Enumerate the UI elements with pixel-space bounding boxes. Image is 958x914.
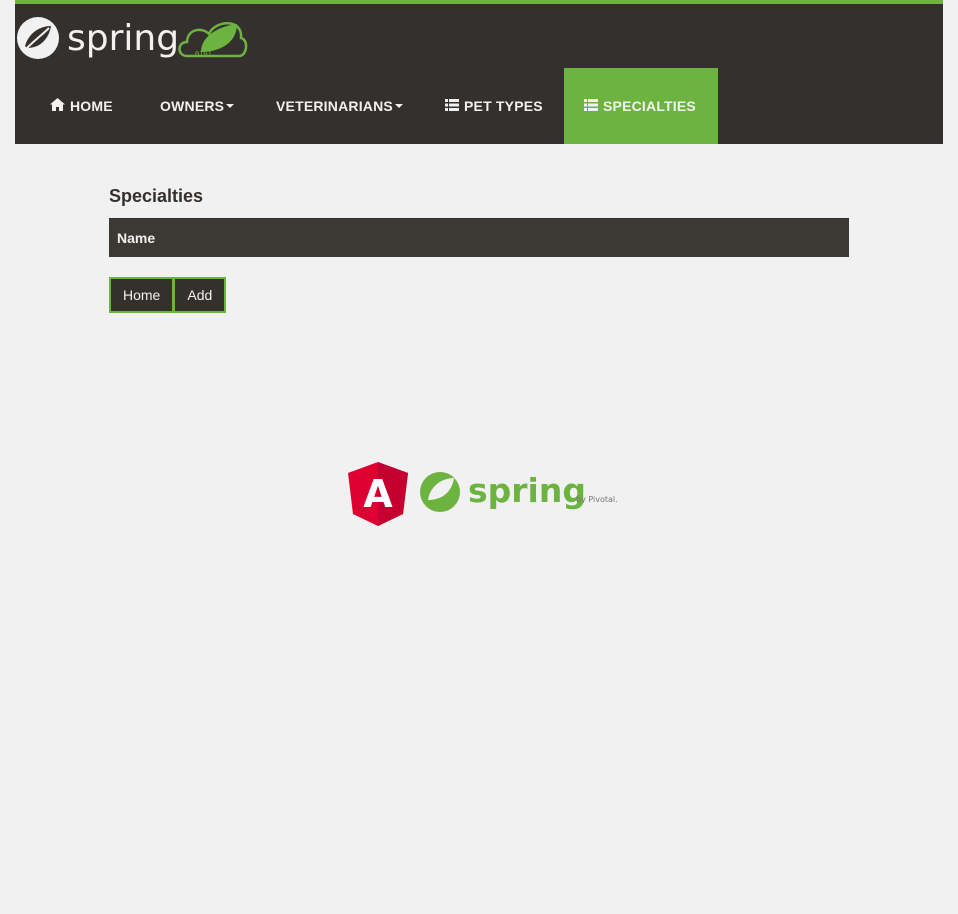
nav-home[interactable]: HOME [50, 68, 140, 144]
nav-pet-types-label: PET TYPES [464, 98, 543, 114]
by-pivotal-text: by Pivotal. [576, 495, 618, 504]
nav-owners-dropdown[interactable]: OWNERS [160, 68, 260, 144]
spring-brand-logo[interactable]: spring 0101 [15, 14, 255, 64]
nav-veterinarians-label: VETERINARIANS [276, 98, 393, 114]
column-header-name: Name [109, 218, 849, 257]
nav-pet-types[interactable]: PET TYPES [445, 68, 575, 144]
table-header-row: Name [109, 218, 849, 257]
spring-logo-text: spring [67, 18, 179, 59]
add-button[interactable]: Add [173, 277, 227, 313]
list-icon [584, 98, 598, 114]
leaf-digits: 0101 [195, 50, 212, 58]
spring-footer-logo-icon: spring by Pivotal. [420, 471, 618, 512]
caret-down-icon [394, 104, 403, 108]
home-icon [50, 98, 65, 114]
angular-logo-icon: A [348, 462, 408, 526]
main-nav: HOME OWNERS VETERINARIANS PET TYPES SPEC… [15, 68, 943, 144]
angular-letter: A [363, 472, 393, 516]
spring-footer-text: spring [468, 471, 586, 510]
list-icon [445, 98, 459, 114]
nav-owners-label: OWNERS [160, 98, 225, 114]
action-buttons: Home Add [109, 277, 849, 313]
footer-logos: A spring by Pivotal. [348, 460, 620, 528]
page-title: Specialties [109, 186, 204, 206]
nav-veterinarians-dropdown[interactable]: VETERINARIANS [276, 68, 426, 144]
top-navbar: spring 0101 HOME OWNERS VETERINARIANS PE… [15, 0, 943, 144]
nav-specialties-label: SPECIALTIES [603, 98, 696, 114]
main-content: Specialties Name Home Add [109, 184, 849, 313]
nav-specialties[interactable]: SPECIALTIES [564, 68, 718, 144]
caret-down-icon [226, 104, 235, 108]
nav-home-label: HOME [70, 98, 113, 114]
home-button[interactable]: Home [109, 277, 175, 313]
spring-logo-icon: spring 0101 [17, 17, 248, 59]
specialties-table: Name [109, 218, 849, 257]
